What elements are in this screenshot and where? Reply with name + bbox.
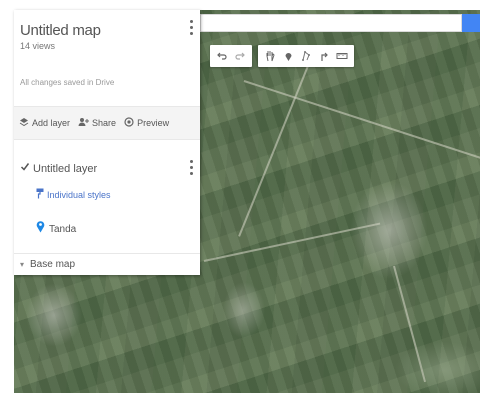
map-options-icon[interactable] [189, 20, 195, 38]
preview-button[interactable]: Preview [124, 116, 170, 130]
layers-panel: Untitled map 14 views All changes saved … [14, 10, 200, 275]
search-bar[interactable] [200, 14, 462, 32]
preview-icon [124, 116, 134, 130]
undo-icon[interactable] [215, 48, 229, 64]
hand-icon[interactable] [263, 48, 277, 64]
add-layer-button[interactable]: Add layer [19, 117, 70, 130]
individual-styles-link[interactable]: Individual styles [36, 186, 111, 204]
share-label: Share [92, 118, 117, 128]
chevron-down-icon[interactable]: ▾ [20, 260, 24, 269]
ruler-icon[interactable] [335, 48, 349, 64]
layer-row[interactable]: Untitled layer [20, 162, 97, 175]
accent-button[interactable] [462, 14, 480, 32]
share-icon [78, 117, 90, 130]
layer-checkbox-icon[interactable] [20, 162, 30, 175]
map-title[interactable]: Untitled map [20, 22, 101, 39]
add-layer-icon [19, 117, 29, 130]
history-tool-group [210, 45, 252, 67]
redo-icon[interactable] [233, 48, 247, 64]
directions-icon[interactable] [317, 48, 331, 64]
action-bar: Add layer Share Preview [14, 106, 200, 140]
map-road [203, 222, 381, 262]
marker-icon[interactable] [281, 48, 295, 64]
map-toolbar [210, 45, 360, 67]
map-road [238, 50, 315, 237]
basemap-toggle[interactable]: ▾ Base map [14, 253, 200, 275]
map-road [243, 80, 480, 163]
save-status: All changes saved in Drive [20, 78, 115, 87]
map-road [393, 265, 427, 383]
preview-label: Preview [137, 118, 170, 128]
style-link-label[interactable]: Individual styles [47, 190, 111, 200]
app-frame: Untitled map 14 views All changes saved … [0, 0, 480, 403]
place-item[interactable]: Tanda [36, 220, 76, 238]
place-name[interactable]: Tanda [49, 224, 76, 235]
share-button[interactable]: Share [78, 117, 116, 130]
view-count: 14 views [20, 41, 56, 51]
map-pin-icon [36, 220, 45, 238]
layer-options-icon[interactable] [189, 160, 195, 178]
layer-name[interactable]: Untitled layer [33, 163, 97, 175]
basemap-label: Base map [30, 259, 76, 270]
left-margin [0, 0, 14, 403]
add-layer-label: Add layer [32, 118, 71, 128]
bottom-margin [0, 393, 480, 403]
paint-roller-icon [36, 186, 44, 204]
edit-tool-group [258, 45, 354, 67]
draw-line-icon[interactable] [299, 48, 313, 64]
